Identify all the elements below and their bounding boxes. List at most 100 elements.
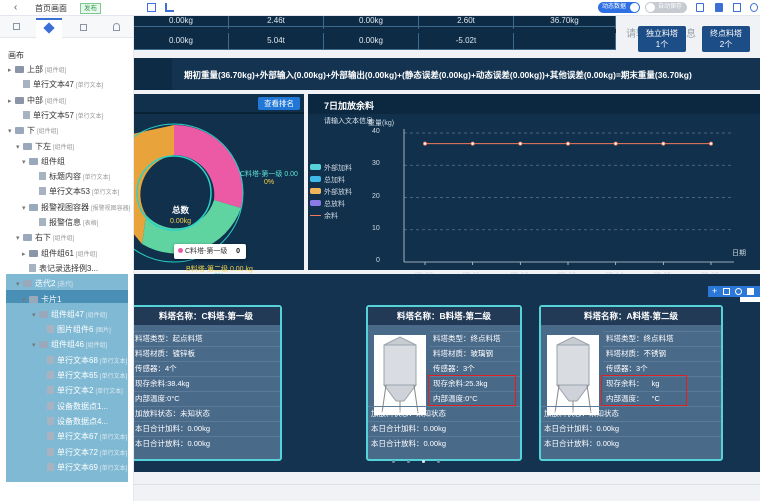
sidebar-tree-item[interactable]: ▾ 组件组47 [组件组] (32, 308, 107, 321)
series-point[interactable] (470, 141, 475, 146)
sidebar-tree-item[interactable]: ▾ 卡片1 (22, 293, 63, 306)
grid-icon[interactable] (147, 3, 156, 12)
sidebar-tree-item[interactable]: 单行文本68 [单行文本] (40, 354, 127, 367)
legend-item[interactable]: 外部放料 (310, 188, 352, 197)
refresh-icon[interactable] (735, 288, 742, 295)
legend-item[interactable]: 总加料 (310, 176, 345, 185)
layers-icon[interactable] (13, 23, 20, 30)
sidebar-tree-item[interactable]: ▾ 右下 [组件组] (16, 231, 74, 244)
sidebar-tree-item[interactable]: 单行文本65 [单行文本] (40, 369, 127, 382)
sidebar-tree-badge: [单行文本] (91, 190, 120, 197)
y-tick-label: 0 (376, 257, 380, 264)
folder-icon (15, 66, 24, 73)
caret-down-icon[interactable]: ▾ (8, 125, 15, 138)
carousel-dot[interactable] (437, 460, 440, 463)
tower-card-row: 本日合计加料：0.00kg (541, 421, 721, 434)
sidebar-tree-label: 组件组46 (51, 340, 84, 350)
highlight-box (601, 375, 687, 406)
tower-card-row-text: 料塔类型：起点料塔 (135, 334, 203, 343)
auto-save-toggle[interactable]: 自动保存 (645, 2, 687, 13)
sidebar-tree-item[interactable]: 图片组件6 [图片] (40, 323, 111, 336)
sidebar-tree-badge: [单行文本] (99, 358, 128, 365)
legend-item[interactable]: 外部加料 (310, 164, 352, 173)
caret-down-icon[interactable]: ▾ (16, 278, 23, 291)
sidebar-tree-item[interactable]: ▾ 下 [组件组] (8, 124, 58, 137)
tower-card-row-text: 加放料状态：未知状态 (371, 409, 446, 418)
carousel-dot[interactable] (407, 460, 410, 463)
series-point[interactable] (709, 141, 714, 146)
preview-icon[interactable] (696, 3, 704, 12)
caret-down-icon[interactable]: ▾ (32, 309, 39, 322)
caret-right-icon[interactable]: ▸ (8, 95, 15, 108)
tower-card[interactable]: 料塔名称：C料塔-第一级 料塔类型：起点料塔 料塔材质：镀锌板 传感器：4个 现存余料:… (134, 305, 282, 461)
carousel-dot-active[interactable] (422, 460, 425, 463)
sidebar-tree-item[interactable]: 设备数据点4... (40, 415, 110, 428)
publish-badge[interactable]: 发布 (80, 3, 101, 14)
sidebar-tree-item[interactable]: 单行文本72 [单行文本] (40, 446, 127, 459)
legend-item[interactable]: 余料 (310, 212, 338, 221)
sidebar-tree-item[interactable]: 单行文本2 [单行文本] (40, 384, 123, 397)
sidebar-section-title: 画布 (8, 51, 24, 60)
carousel-dot[interactable] (392, 460, 395, 463)
tower-card-row: 本日合计放料：0.00kg (368, 436, 520, 449)
tower-card-row: 料塔类型：终点料塔 (603, 331, 721, 344)
sidebar-tree-item[interactable]: ▾ 报警视图容器 [报警视图容器] (22, 201, 130, 214)
caret-down-icon[interactable]: ▾ (16, 141, 23, 154)
caret-down-icon[interactable]: ▾ (22, 202, 29, 215)
align-icon[interactable] (165, 3, 174, 12)
caret-down-icon[interactable]: ▾ (22, 156, 29, 169)
tower-card-row-text: 加放料状态：未知状态 (544, 409, 619, 418)
sidebar-tree-item[interactable]: ▸ 上部 [组件组] (8, 63, 66, 76)
sidebar-tree-item[interactable]: ▾ 迭代2 [迭代] (16, 277, 73, 290)
silo-image (547, 335, 599, 415)
component-icon[interactable] (80, 24, 87, 31)
folder-icon (29, 249, 38, 257)
legend-item[interactable]: 总放料 (310, 200, 345, 209)
sidebar-tree-item[interactable]: 单行文本69 [单行文本] (40, 461, 127, 474)
sidebar-tree-item[interactable]: 单行文本67 [单行文本] (40, 430, 127, 443)
tower-card-row: 本日合计加料：0.00kg (134, 421, 280, 434)
copy-icon[interactable] (723, 288, 730, 295)
text-component-icon (39, 172, 46, 181)
series-point[interactable] (518, 141, 523, 146)
text-component-icon (47, 371, 54, 379)
sidebar-tree-item[interactable]: ▾ 组件组46 [组件组] (32, 338, 107, 351)
caret-right-icon[interactable]: ▸ (22, 248, 29, 261)
sidebar-tree-item[interactable]: 单行文本57 [单行文本] (16, 109, 103, 122)
sidebar-tree-item[interactable]: ▸ 组件组61 [组件组] (22, 247, 97, 260)
caret-down-icon[interactable]: ▾ (22, 294, 29, 307)
caret-down-icon[interactable]: ▾ (16, 232, 23, 245)
sidebar-tree-item[interactable]: ▸ 中部 [组件组] (8, 94, 66, 107)
tower-card[interactable]: 料塔名称：A料塔-第二级 料塔类型：终点料塔 料塔材质：不锈钢 传感器：3个 现存余料：… (539, 305, 723, 461)
sidebar-tree-badge: [表格] (83, 221, 99, 227)
series-point[interactable] (422, 141, 427, 146)
sidebar-tree-label: 中部 (27, 95, 43, 105)
sidebar-tree-item[interactable]: 单行文本53 [单行文本] (32, 185, 119, 198)
sidebar-tree-item[interactable]: ▾ 组件组 (22, 155, 67, 168)
sidebar-tree-item[interactable]: 报警信息 [表格] (32, 216, 98, 229)
text-component-icon (47, 416, 54, 425)
tower-card[interactable]: 料塔名称：B料塔-第二级 料塔类型：终点料塔 料塔材质：玻璃钢 传感器：3个 现存余料:… (366, 305, 522, 461)
caret-down-icon[interactable]: ▾ (32, 339, 39, 352)
export-icon[interactable] (733, 3, 741, 12)
series-point[interactable] (661, 141, 666, 146)
caret-right-icon[interactable]: ▸ (8, 64, 15, 77)
delete-icon[interactable] (747, 288, 754, 295)
sidebar-tree-item[interactable]: 标题内容 [单行文本] (32, 170, 110, 183)
dynamic-data-toggle[interactable]: 动态数据 (598, 2, 640, 13)
sidebar-tree-label: 单行文本47 (33, 80, 74, 90)
legend-label: 外部加料 (324, 165, 352, 172)
back-chevron-icon[interactable]: ‹ (14, 2, 17, 13)
sidebar-tree-item[interactable]: 单行文本47 [单行文本] (16, 78, 103, 91)
sidebar-tree-item[interactable]: 设备数据点1... (40, 400, 110, 413)
save-icon[interactable] (715, 3, 723, 12)
sidebar-tree-item[interactable]: ▾ 下左 [组件组] (16, 140, 74, 153)
sidebar-tree-label: 表记录选择例3... (39, 263, 99, 273)
add-icon[interactable]: + (712, 286, 717, 297)
series-point[interactable] (565, 141, 570, 146)
series-point[interactable] (613, 141, 618, 146)
user-icon[interactable] (113, 23, 120, 31)
sidebar-tree-item[interactable]: 表记录选择例3... (22, 262, 100, 275)
settings-icon[interactable] (750, 3, 758, 12)
text-component-icon (23, 80, 30, 89)
